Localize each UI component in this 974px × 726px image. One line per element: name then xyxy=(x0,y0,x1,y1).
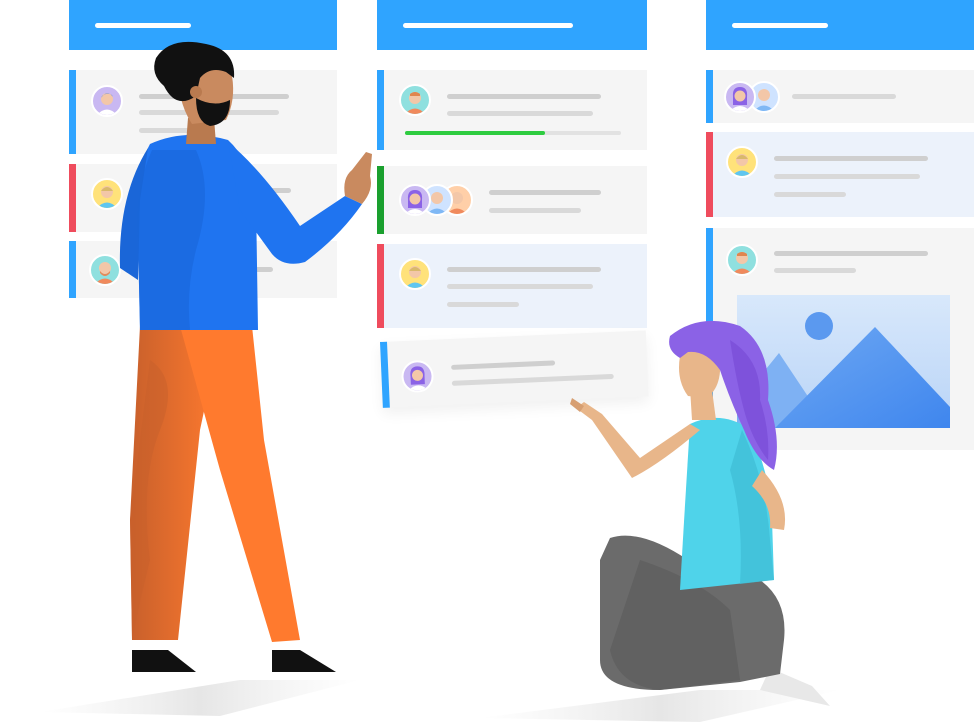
person-icon xyxy=(730,87,750,111)
avatar xyxy=(724,81,756,113)
floor-shadow xyxy=(40,680,840,722)
man-figure xyxy=(119,41,372,672)
people-illustration xyxy=(40,41,840,722)
kanban-illustration xyxy=(0,0,974,726)
woman-figure xyxy=(570,320,830,706)
person-icon xyxy=(405,190,425,214)
avatar xyxy=(399,184,431,216)
